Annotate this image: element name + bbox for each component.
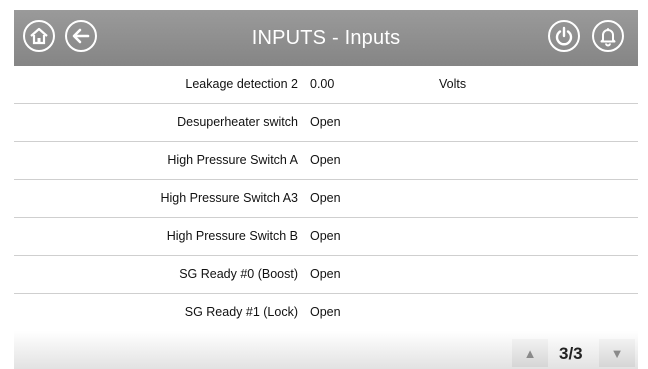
input-label: High Pressure Switch B (166, 229, 298, 243)
input-value: Open (310, 229, 341, 243)
power-icon (555, 26, 573, 46)
input-label: Desuperheater switch (177, 115, 298, 129)
input-label: SG Ready #0 (Boost) (179, 267, 298, 281)
table-row[interactable]: SG Ready #1 (Lock) Open (14, 294, 638, 332)
alarm-button[interactable] (592, 20, 624, 52)
input-value: Open (310, 115, 341, 129)
input-label: High Pressure Switch A3 (160, 191, 298, 205)
table-row[interactable]: Desuperheater switch Open (14, 104, 638, 142)
power-button[interactable] (548, 20, 580, 52)
table-row[interactable]: High Pressure Switch A3 Open (14, 180, 638, 218)
input-label: SG Ready #1 (Lock) (184, 305, 298, 319)
page-indicator: 3/3 (559, 344, 583, 363)
input-label: Leakage detection 2 (185, 77, 298, 91)
table-row[interactable]: Leakage detection 2 0.00 Volts (14, 66, 638, 104)
page-title: INPUTS - Inputs (251, 27, 401, 49)
down-triangle-icon: ▼ (610, 345, 624, 361)
page-up-button[interactable]: ▲ (512, 339, 548, 367)
header-bar: INPUTS - Inputs (14, 10, 638, 66)
input-value: Open (310, 267, 341, 281)
input-value: 0.00 (310, 77, 335, 91)
table-row[interactable]: High Pressure Switch A Open (14, 142, 638, 180)
input-label: High Pressure Switch A (167, 153, 298, 167)
table-row[interactable]: High Pressure Switch B Open (14, 218, 638, 256)
table-row[interactable]: SG Ready #0 (Boost) Open (14, 256, 638, 294)
up-triangle-icon: ▲ (523, 345, 537, 361)
inputs-table: Leakage detection 2 0.00 Volts Desuperhe… (14, 66, 638, 332)
pager-bar: ▲ 3/3 ▼ (14, 331, 638, 369)
input-unit: Volts (439, 77, 467, 91)
input-value: Open (310, 191, 341, 205)
bell-icon (600, 28, 616, 47)
page-down-button[interactable]: ▼ (599, 339, 635, 367)
input-value: Open (310, 305, 341, 319)
input-value: Open (310, 153, 341, 167)
